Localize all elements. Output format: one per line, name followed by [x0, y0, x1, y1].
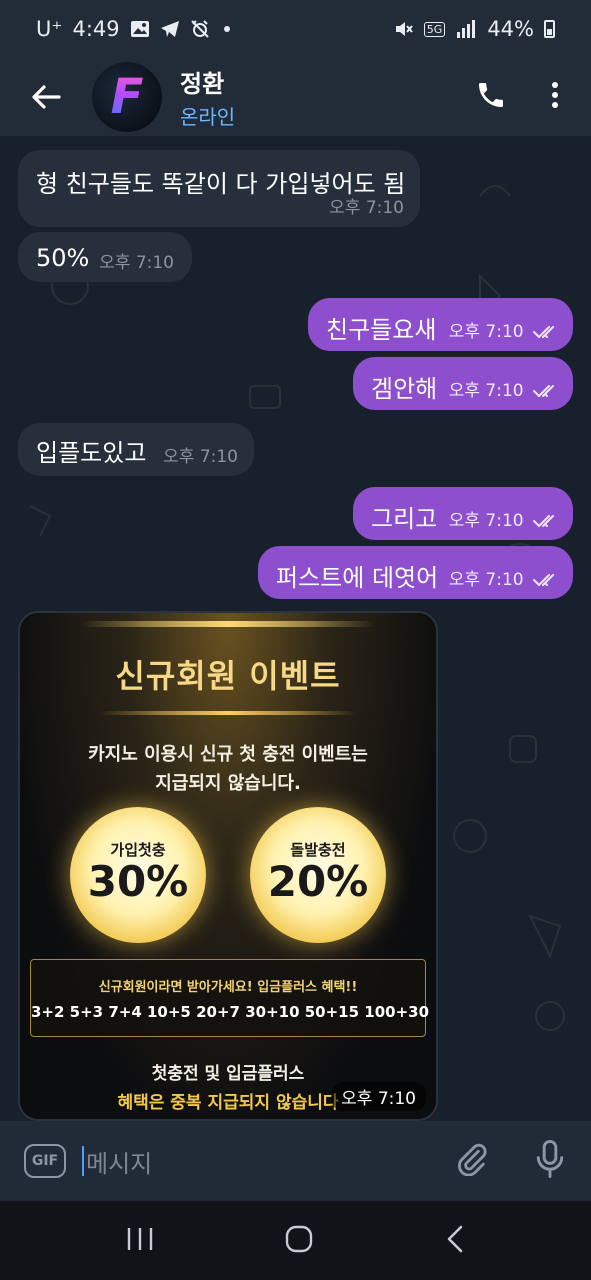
signal-icon [457, 20, 476, 38]
outgoing-message[interactable]: 겜안해 오후 7:10 [353, 357, 573, 410]
double-check-icon [533, 385, 554, 398]
microphone-icon [536, 1140, 564, 1178]
avatar-letter: F [110, 69, 144, 125]
clock: 4:49 [72, 17, 120, 41]
gif-label: GIF [31, 1153, 59, 1169]
system-back-button[interactable] [445, 1225, 465, 1257]
recents-icon [127, 1227, 153, 1250]
incoming-message[interactable]: 입플도있고 오후 7:10 [18, 423, 254, 476]
message-time: 오후 7:10 [448, 381, 524, 401]
phone-icon [479, 83, 503, 107]
text-caret [82, 1146, 84, 1176]
telegram-icon [160, 21, 179, 37]
message-placeholder: 메시지 [86, 1149, 153, 1178]
promo-subtitle-line: 카지노 이용시 신규 첫 충전 이벤트는 [88, 744, 368, 765]
message-text: 50% [36, 244, 90, 272]
glow-line [100, 711, 356, 715]
message-time: 오후 7:10 [448, 570, 524, 590]
promo-title: 신규회원 이벤트 [115, 657, 341, 695]
bonus-coin: 돌발충전 20% [250, 807, 386, 943]
mute-icon [395, 22, 413, 36]
arrow-left-icon [32, 85, 61, 109]
message-text: 퍼스트에 데엿어 [276, 564, 439, 592]
image-message[interactable]: 신규회원 이벤트 카지노 이용시 신규 첫 충전 이벤트는 지급되지 않습니다.… [18, 611, 438, 1121]
message-time-status: 오후 7:10 [449, 565, 561, 590]
incoming-message[interactable]: 50% 오후 7:10 [18, 232, 192, 282]
message-time-status: 오후 7:10 [449, 317, 561, 342]
message-time: 오후 7:10 [99, 253, 174, 273]
back-icon [447, 1225, 463, 1252]
paperclip-icon [457, 1143, 487, 1177]
gallery-icon [130, 21, 149, 37]
gif-button[interactable]: GIF [24, 1144, 66, 1178]
message-time: 오후 7:10 [448, 511, 524, 531]
promo-image: 신규회원 이벤트 카지노 이용시 신규 첫 충전 이벤트는 지급되지 않습니다.… [20, 613, 436, 1119]
promo-footer-line: 첫충전 및 입금플러스 [151, 1064, 305, 1084]
chat-header: F 정환 온라인 [0, 58, 591, 136]
message-text: 그리고 [371, 505, 438, 533]
recents-button[interactable] [126, 1226, 154, 1256]
status-bar: U⁺ 4:49 5G 44% [0, 0, 591, 58]
outgoing-message[interactable]: 친구들요새 오후 7:10 [308, 298, 573, 351]
promo-bonus-box: 신규회원이라면 받아가세요! 입금플러스 혜택!! 3+2 5+3 7+4 10… [30, 959, 430, 1037]
back-button[interactable] [0, 58, 92, 136]
double-check-icon [533, 574, 554, 587]
promo-box-values: 3+2 5+3 7+4 10+5 20+7 30+10 50+15 100+30 [31, 1003, 430, 1021]
avatar[interactable]: F [92, 62, 162, 132]
home-button[interactable] [285, 1225, 313, 1257]
contact-info[interactable]: 정환 온라인 [180, 64, 235, 130]
attach-button[interactable] [455, 1142, 489, 1180]
notification-dot-icon [223, 26, 230, 32]
more-button[interactable] [551, 81, 559, 113]
double-check-icon [533, 326, 554, 339]
system-nav-bar [0, 1201, 591, 1280]
incoming-message[interactable]: 형 친구들도 똑같이 다 가입넣어도 됨 오후 7:10 [18, 150, 420, 227]
glow-line [80, 621, 376, 627]
message-input[interactable]: 메시지 [82, 1144, 152, 1179]
message-time: 오후 7:10 [448, 322, 524, 342]
online-status: 온라인 [180, 105, 236, 129]
more-vertical-icon [552, 82, 558, 108]
promo-subtitle-line: 지급되지 않습니다. [155, 773, 301, 794]
message-text: 입플도있고 [36, 439, 147, 467]
double-check-icon [533, 515, 554, 528]
home-icon [286, 1225, 313, 1252]
message-time-status: 오후 7:10 [449, 506, 561, 531]
network-type: 5G [423, 21, 446, 37]
alarm-off-icon [190, 20, 209, 38]
message-time: 오후 7:10 [331, 1082, 426, 1111]
call-button[interactable] [475, 79, 507, 115]
promo-box-heading: 신규회원이라면 받아가세요! 입금플러스 혜택!! [98, 980, 358, 995]
message-text: 겜안해 [371, 375, 438, 403]
outgoing-message[interactable]: 그리고 오후 7:10 [353, 487, 573, 540]
battery-percent: 44% [487, 17, 534, 41]
message-composer: GIF 메시지 [0, 1121, 591, 1201]
message-time-status: 오후 7:10 [449, 376, 561, 401]
contact-name: 정환 [180, 70, 225, 98]
carrier-label: U⁺ [36, 17, 63, 41]
message-time: 오후 7:10 [329, 198, 404, 218]
promo-subtitle: 카지노 이용시 신규 첫 충전 이벤트는 지급되지 않습니다. [20, 740, 436, 798]
bonus-coin-value: 20% [267, 857, 369, 906]
outgoing-message[interactable]: 퍼스트에 데엿어 오후 7:10 [258, 546, 573, 599]
message-time: 오후 7:10 [163, 447, 238, 467]
bonus-coin: 가입첫충 30% [70, 807, 206, 943]
voice-button[interactable] [535, 1140, 565, 1182]
battery-icon [544, 20, 555, 38]
message-text: 친구들요새 [326, 316, 437, 344]
bonus-coin-value: 30% [87, 857, 189, 906]
message-list[interactable]: 형 친구들도 똑같이 다 가입넣어도 됨 오후 7:10 50% 오후 7:10… [0, 136, 591, 1121]
